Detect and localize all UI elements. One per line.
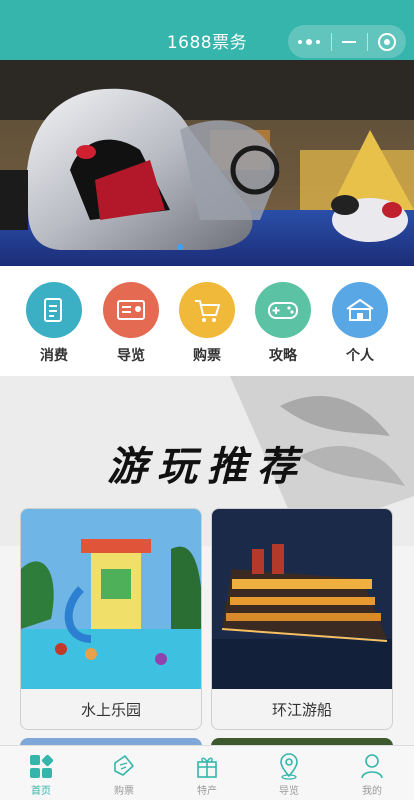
home-grid-icon [11,752,71,780]
category-consume[interactable]: 消费 [24,282,84,365]
id-card-icon [103,282,159,338]
capsule-divider [330,32,332,51]
mini-program-capsule [288,25,406,58]
tab-label: 特产 [197,786,217,797]
tab-guide[interactable]: 导览 [259,752,319,797]
category-guide[interactable]: 导览 [101,282,161,365]
tab-label: 我的 [362,786,382,797]
bottom-tab-bar: 首页 购票 特产 导览 我的 [0,745,414,800]
recommend-section: 游玩推荐 水上乐园 环江游船 [0,376,414,746]
house-icon [332,282,388,338]
close-miniprogram-icon[interactable] [378,32,396,51]
carousel-indicator [177,244,183,250]
category-label: 消费 [40,348,68,364]
nav-bar: 1688票务 [0,0,414,60]
gift-icon [177,752,237,780]
user-icon [342,752,402,780]
location-pin-icon [259,752,319,780]
more-menu-icon[interactable] [298,38,320,45]
category-label: 购票 [193,348,221,364]
tab-label: 首页 [31,786,51,797]
category-label: 个人 [346,348,374,364]
tab-buy-ticket[interactable]: 购票 [94,752,154,797]
card-caption: 环江游船 [271,701,332,719]
category-label: 导览 [117,348,145,364]
minimize-icon[interactable] [342,40,356,43]
category-personal[interactable]: 个人 [330,282,390,365]
river-cruise-image [212,509,392,689]
category-buy-ticket[interactable]: 购票 [177,282,237,365]
water-park-image [21,509,201,689]
banner-carousel[interactable] [0,60,414,266]
cart-icon [179,282,235,338]
tab-label: 购票 [114,786,134,797]
tab-label: 导览 [279,786,299,797]
tab-home[interactable]: 首页 [11,752,71,797]
section-title: 游玩推荐 [107,443,307,490]
capsule-divider [366,32,368,51]
recommend-card-river-cruise[interactable]: 环江游船 [211,508,393,730]
category-grid: 消费 导览 购票 攻略 个人 [0,266,414,376]
category-label: 攻略 [269,348,297,364]
card-caption: 水上乐园 [80,701,141,719]
category-strategy[interactable]: 攻略 [253,282,313,365]
ticket-icon [94,752,154,780]
recommend-card-water-park[interactable]: 水上乐园 [20,508,202,730]
tab-specialty[interactable]: 特产 [177,752,237,797]
document-icon [26,282,82,338]
tab-mine[interactable]: 我的 [342,752,402,797]
gamepad-icon [255,282,311,338]
